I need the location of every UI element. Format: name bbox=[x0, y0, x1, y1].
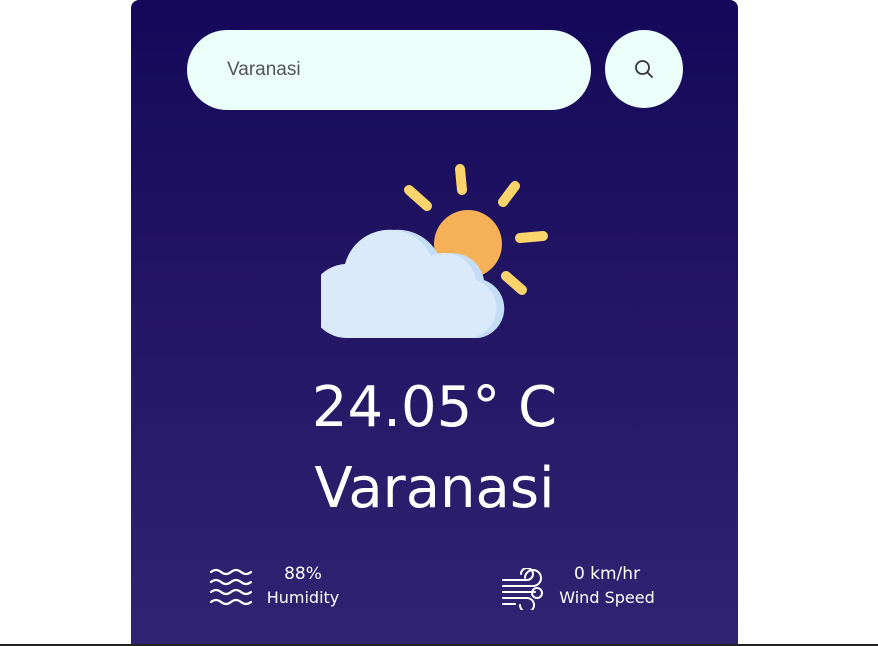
search-input[interactable] bbox=[187, 30, 591, 110]
temperature: 24.05° C bbox=[311, 375, 558, 440]
wind-label: Wind Speed bbox=[559, 588, 655, 607]
page: 24.05° C Varanasi 88% Humidity bbox=[0, 0, 878, 646]
wind-icon bbox=[502, 568, 543, 610]
waves-icon bbox=[209, 568, 253, 606]
weather-card: 24.05° C Varanasi 88% Humidity bbox=[131, 0, 738, 645]
humidity-stat: 88% Humidity bbox=[209, 560, 369, 620]
partly-cloudy-icon bbox=[321, 164, 548, 339]
humidity-value: 88% bbox=[284, 564, 322, 584]
search-icon bbox=[635, 60, 653, 78]
wind-value: 0 km/hr bbox=[573, 564, 641, 584]
wind-stat: 0 km/hr Wind Speed bbox=[501, 560, 681, 620]
search-button[interactable] bbox=[605, 30, 683, 108]
humidity-label: Humidity bbox=[266, 588, 340, 607]
city-name: Varanasi bbox=[314, 456, 555, 521]
